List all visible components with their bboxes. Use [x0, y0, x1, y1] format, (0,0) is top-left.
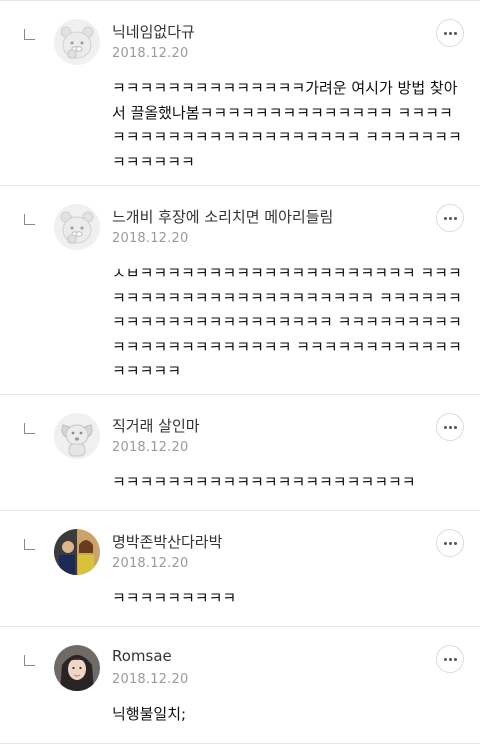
comment-text: ㅅㅂㅋㅋㅋㅋㅋㅋㅋㅋㅋㅋㅋㅋㅋㅋㅋㅋㅋㅋㅋㅋ ㅋㅋㅋㅋㅋㅋㅋㅋㅋㅋㅋㅋㅋㅋㅋㅋㅋ…	[112, 264, 462, 380]
more-dots-icon	[448, 425, 452, 429]
comment-item: 명박존박산다라박 2018.12.20 ㅋㅋㅋㅋㅋㅋㅋㅋㅋ	[0, 511, 480, 627]
more-options-button[interactable]	[436, 529, 464, 557]
more-dots-icon	[453, 31, 457, 35]
nickname[interactable]: Romsae	[112, 647, 172, 665]
nickname[interactable]: 느개비 후장에 소리치면 메아리들림	[112, 206, 333, 227]
comment-date: 2018.12.20	[112, 440, 189, 455]
reply-arrow-icon	[24, 423, 35, 434]
reply-arrow-icon	[24, 539, 35, 550]
comment-date: 2018.12.20	[112, 231, 189, 246]
comment-item: 직거래 살인마 2018.12.20 ㅋㅋㅋㅋㅋㅋㅋㅋㅋㅋㅋㅋㅋㅋㅋㅋㅋㅋㅋㅋㅋ…	[0, 395, 480, 511]
comment-item: 느개비 후장에 소리치면 메아리들림 2018.12.20 ㅅㅂㅋㅋㅋㅋㅋㅋㅋㅋ…	[0, 186, 480, 395]
comment-text: ㅋㅋㅋㅋㅋㅋㅋㅋㅋ	[112, 589, 237, 607]
avatar[interactable]	[54, 529, 100, 575]
more-dots-icon	[453, 541, 457, 545]
nickname[interactable]: 닉네임없다규	[112, 21, 195, 42]
comment-text: ㅋㅋㅋㅋㅋㅋㅋㅋㅋㅋㅋㅋㅋㅋ가려운 여시가 방법 찾아서 끌올했나봄ㅋㅋㅋㅋㅋㅋ…	[112, 79, 462, 171]
avatar[interactable]	[54, 204, 100, 250]
more-dots-icon	[453, 657, 457, 661]
comment-list: 닉네임없다규 2018.12.20 ㅋㅋㅋㅋㅋㅋㅋㅋㅋㅋㅋㅋㅋㅋ가려운 여시가 …	[0, 0, 480, 744]
more-dots-icon	[443, 216, 447, 220]
reply-arrow-icon	[24, 29, 35, 40]
more-options-button[interactable]	[436, 204, 464, 232]
more-dots-icon	[453, 216, 457, 220]
comment-text: 닉행불일치;	[112, 705, 187, 723]
nickname[interactable]: 직거래 살인마	[112, 415, 200, 436]
photo-avatar-image	[54, 529, 100, 575]
comment-item: 닉네임없다규 2018.12.20 ㅋㅋㅋㅋㅋㅋㅋㅋㅋㅋㅋㅋㅋㅋ가려운 여시가 …	[0, 1, 480, 186]
avatar[interactable]	[54, 19, 100, 65]
more-dots-icon	[443, 541, 447, 545]
ryan-character-icon	[54, 19, 100, 65]
more-dots-icon	[443, 425, 447, 429]
reply-arrow-icon	[24, 214, 35, 225]
comment-text: ㅋㅋㅋㅋㅋㅋㅋㅋㅋㅋㅋㅋㅋㅋㅋㅋㅋㅋㅋㅋㅋㅋ	[112, 473, 416, 491]
comment-date: 2018.12.20	[112, 672, 189, 687]
more-dots-icon	[448, 216, 452, 220]
more-dots-icon	[448, 541, 452, 545]
comment-item: Romsae 2018.12.20 닉행불일치;	[0, 627, 480, 744]
reply-arrow-icon	[24, 655, 35, 666]
avatar[interactable]	[54, 413, 100, 459]
comment-date: 2018.12.20	[112, 556, 189, 571]
more-dots-icon	[448, 31, 452, 35]
photo-avatar-image	[54, 645, 100, 691]
more-dots-icon	[443, 657, 447, 661]
more-dots-icon	[453, 425, 457, 429]
more-options-button[interactable]	[436, 19, 464, 47]
comment-date: 2018.12.20	[112, 46, 189, 61]
nickname[interactable]: 명박존박산다라박	[112, 531, 222, 552]
avatar[interactable]	[54, 645, 100, 691]
more-dots-icon	[443, 31, 447, 35]
more-options-button[interactable]	[436, 645, 464, 673]
more-options-button[interactable]	[436, 413, 464, 441]
more-dots-icon	[448, 657, 452, 661]
ryan-character-icon	[54, 204, 100, 250]
dog-character-icon	[54, 413, 100, 459]
